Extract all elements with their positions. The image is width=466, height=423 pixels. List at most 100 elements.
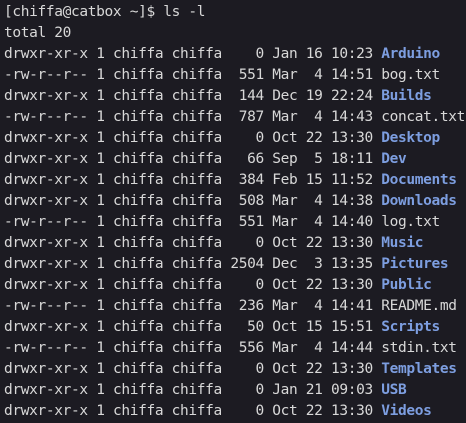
file-name[interactable]: stdin.txt <box>381 340 457 356</box>
group: chiffa <box>171 319 223 335</box>
terminal-window[interactable]: [chiffa@catbox ~]$ ls -l total 20 drwxr-… <box>0 0 466 423</box>
link-count: 1 <box>96 256 105 272</box>
day: 15 <box>305 319 323 335</box>
link-count: 1 <box>96 382 105 398</box>
time: 10:23 <box>330 46 373 62</box>
directory-name[interactable]: Downloads <box>381 193 457 209</box>
permissions: drwxr-xr-x <box>4 256 88 272</box>
file-size: 551 <box>230 214 265 230</box>
file-name[interactable]: bog.txt <box>381 67 440 83</box>
group: chiffa <box>171 193 223 209</box>
group: chiffa <box>171 361 223 377</box>
group: chiffa <box>171 277 223 293</box>
directory-name[interactable]: Documents <box>381 172 457 188</box>
listing-row: drwxr-xr-x 1 chiffa chiffa 0 Jan 21 09:0… <box>4 380 407 401</box>
month: Mar <box>272 109 298 125</box>
directory-name[interactable]: Videos <box>381 403 432 419</box>
group: chiffa <box>171 403 223 419</box>
group: chiffa <box>171 67 223 83</box>
day: 21 <box>305 382 323 398</box>
link-count: 1 <box>96 46 105 62</box>
listing-row: drwxr-xr-x 1 chiffa chiffa 0 Oct 22 13:3… <box>4 401 432 422</box>
month: Oct <box>272 319 298 335</box>
month: Mar <box>272 193 298 209</box>
file-size: 0 <box>230 46 264 62</box>
file-size: 2504 <box>230 256 264 272</box>
day: 22 <box>305 277 323 293</box>
group: chiffa <box>171 109 223 125</box>
month: Mar <box>272 298 298 314</box>
file-name[interactable]: concat.txt <box>381 109 465 125</box>
owner: chiffa <box>112 67 164 83</box>
listing-row: drwxr-xr-x 1 chiffa chiffa 50 Oct 15 15:… <box>4 317 440 338</box>
file-size: 0 <box>230 403 264 419</box>
file-size: 236 <box>230 298 265 314</box>
permissions: drwxr-xr-x <box>4 361 88 377</box>
link-count: 1 <box>96 298 105 314</box>
link-count: 1 <box>96 403 105 419</box>
link-count: 1 <box>96 151 105 167</box>
group: chiffa <box>171 256 223 272</box>
group: chiffa <box>171 88 223 104</box>
time: 13:30 <box>330 361 373 377</box>
listing-row: drwxr-xr-x 1 chiffa chiffa 2504 Dec 3 13… <box>4 254 449 275</box>
permissions: drwxr-xr-x <box>4 277 88 293</box>
listing-row: drwxr-xr-x 1 chiffa chiffa 0 Jan 16 10:2… <box>4 44 440 65</box>
directory-name[interactable]: Templates <box>381 361 457 377</box>
directory-name[interactable]: Pictures <box>381 256 448 272</box>
link-count: 1 <box>96 67 105 83</box>
file-size: 551 <box>230 67 265 83</box>
listing-row: drwxr-xr-x 1 chiffa chiffa 0 Oct 22 13:3… <box>4 359 457 380</box>
group: chiffa <box>171 298 223 314</box>
file-size: 556 <box>230 340 265 356</box>
file-name[interactable]: README.md <box>381 298 457 314</box>
day: 5 <box>305 151 323 167</box>
month: Jan <box>272 382 298 398</box>
owner: chiffa <box>112 319 164 335</box>
file-size: 0 <box>230 382 264 398</box>
directory-name[interactable]: Music <box>381 235 423 251</box>
day: 19 <box>305 88 323 104</box>
directory-name[interactable]: Dev <box>381 151 406 167</box>
listing-row: drwxr-xr-x 1 chiffa chiffa 144 Dec 19 22… <box>4 86 432 107</box>
link-count: 1 <box>96 109 105 125</box>
listing-row: -rw-r--r-- 1 chiffa chiffa 787 Mar 4 14:… <box>4 107 465 128</box>
day: 4 <box>305 193 323 209</box>
month: Mar <box>272 214 298 230</box>
day: 15 <box>305 172 323 188</box>
listing-row: drwxr-xr-x 1 chiffa chiffa 0 Oct 22 13:3… <box>4 128 440 149</box>
directory-name[interactable]: Scripts <box>381 319 440 335</box>
directory-name[interactable]: Builds <box>381 88 432 104</box>
owner: chiffa <box>112 382 164 398</box>
day: 4 <box>305 298 323 314</box>
listing-row: drwxr-xr-x 1 chiffa chiffa 66 Sep 5 18:1… <box>4 149 407 170</box>
permissions: drwxr-xr-x <box>4 403 88 419</box>
file-size: 787 <box>230 109 265 125</box>
owner: chiffa <box>112 46 164 62</box>
file-name[interactable]: log.txt <box>381 214 440 230</box>
directory-name[interactable]: USB <box>381 382 406 398</box>
time: 13:30 <box>330 277 373 293</box>
time: 18:11 <box>330 151 373 167</box>
month: Feb <box>272 172 298 188</box>
directory-name[interactable]: Desktop <box>381 130 440 146</box>
file-size: 50 <box>230 319 264 335</box>
group: chiffa <box>171 130 223 146</box>
link-count: 1 <box>96 361 105 377</box>
directory-name[interactable]: Arduino <box>381 46 440 62</box>
owner: chiffa <box>112 235 164 251</box>
time: 14:43 <box>330 109 373 125</box>
command-text: ls -l <box>163 4 206 20</box>
link-count: 1 <box>96 235 105 251</box>
listing-row: -rw-r--r-- 1 chiffa chiffa 551 Mar 4 14:… <box>4 212 440 233</box>
link-count: 1 <box>96 130 105 146</box>
link-count: 1 <box>96 319 105 335</box>
file-size: 0 <box>230 235 264 251</box>
time: 14:40 <box>330 214 373 230</box>
time: 14:44 <box>330 340 373 356</box>
directory-name[interactable]: Public <box>381 277 432 293</box>
owner: chiffa <box>112 298 164 314</box>
permissions: -rw-r--r-- <box>4 109 88 125</box>
time: 13:30 <box>330 403 373 419</box>
group: chiffa <box>171 214 223 230</box>
